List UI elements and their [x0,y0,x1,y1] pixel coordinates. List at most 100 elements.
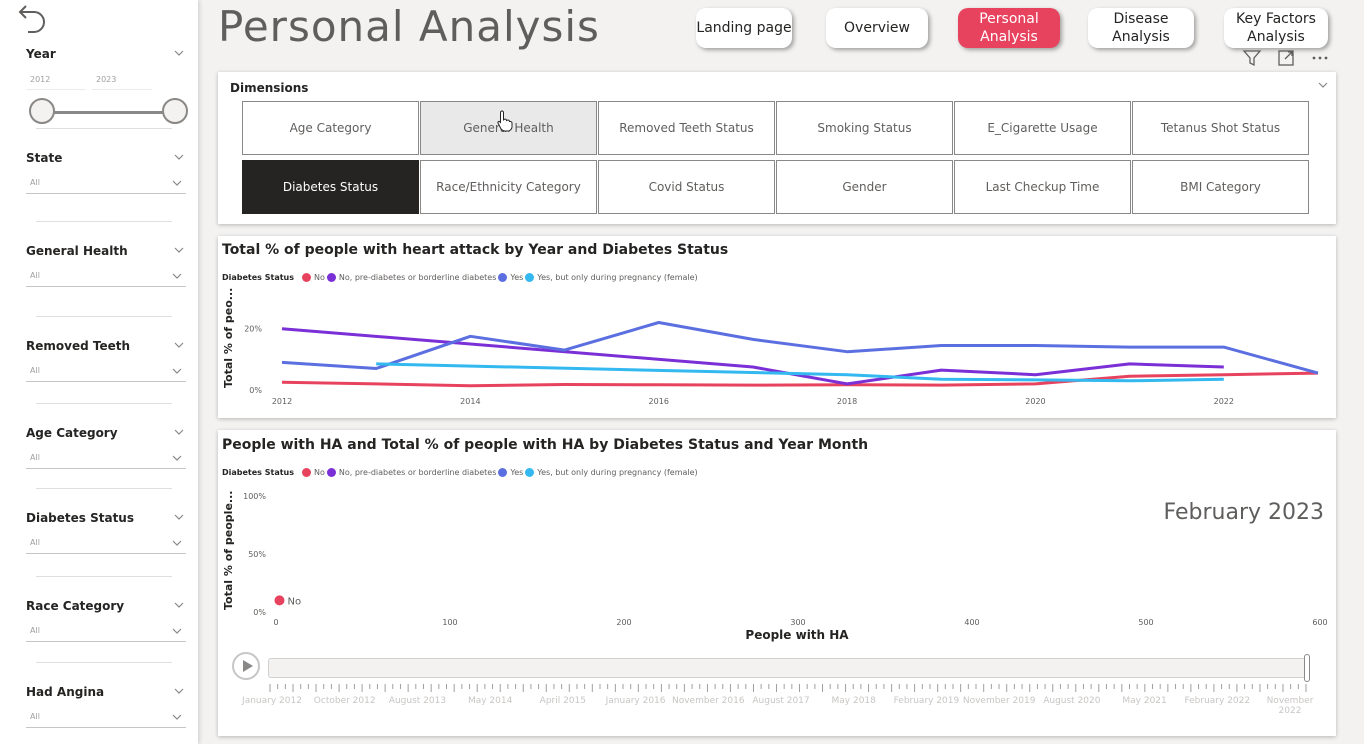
divider [36,221,172,222]
year-to-input[interactable]: 2023 [92,72,152,90]
dimension-tile-last-checkup-time[interactable]: Last Checkup Time [954,160,1131,214]
page-title: Personal Analysis [218,2,600,51]
nav-button-disease-analysis[interactable]: Disease Analysis [1088,8,1194,48]
dimensions-title: Dimensions [230,81,309,95]
x-tick-label: 2022 [1214,397,1234,406]
play-axis-label: October 2012 [313,696,376,706]
filter-dropdown[interactable]: All [26,449,186,469]
chevron-down-icon[interactable] [174,427,184,437]
divider [36,488,172,489]
nav-button-key-factors-analysis[interactable]: Key Factors Analysis [1224,8,1328,48]
filter-title: Race Category [26,599,125,613]
nav-button-landing-page[interactable]: Landing page [696,8,792,48]
filter-dropdown[interactable]: All [26,267,186,287]
chevron-down-icon[interactable] [1318,81,1328,89]
play-axis-label: April 2015 [539,696,587,706]
dimension-tile-race-ethnicity-category[interactable]: Race/Ethnicity Category [420,160,597,214]
x-tick-label: 100 [442,618,457,627]
filter-icon[interactable] [1242,48,1262,68]
filter-dropdown[interactable]: All [26,534,186,554]
dimension-tile-gender[interactable]: Gender [776,160,953,214]
chevron-down-icon [172,273,182,279]
more-options-icon[interactable] [1310,48,1330,68]
play-axis-label: August 2013 [388,696,447,706]
filter-title: State [26,151,63,165]
chevron-down-icon[interactable] [174,600,184,610]
people-with-ha-scatter-chart[interactable]: People with HA and Total % of people wit… [218,430,1336,736]
x-tick-label: 2016 [649,397,669,406]
dimension-tile-removed-teeth-status[interactable]: Removed Teeth Status [598,101,775,155]
filter-dropdown[interactable]: All [26,708,186,728]
nav-button-personal-analysis[interactable]: Personal Analysis [958,8,1060,48]
filter-state: State All [26,150,186,194]
play-axis-label: August 2017 [752,696,810,706]
y-tick-label: 20% [244,325,262,334]
filter-value: All [30,271,40,280]
chevron-down-icon[interactable] [174,48,184,58]
play-axis-ticks [269,684,1307,692]
chevron-down-icon[interactable] [174,245,184,255]
filter-race-category: Race Category All [26,598,186,642]
dimension-tile-smoking-status[interactable]: Smoking Status [776,101,953,155]
filter-general-health: General Health All [26,243,186,287]
year-from-input[interactable]: 2012 [26,72,86,90]
dimension-tile-age-category[interactable]: Age Category [242,101,419,155]
filter-value: All [30,453,40,462]
filter-had-angina: Had Angina All [26,684,186,728]
play-axis-label: November 2022 [1266,696,1314,716]
year-slider-track[interactable] [40,111,176,114]
back-arrow-icon[interactable] [16,2,50,36]
play-axis-label: November 2016 [671,696,745,706]
filter-diabetes-status: Diabetes Status All [26,510,186,554]
divider [36,662,172,663]
year-slider-start-handle[interactable] [29,98,55,124]
dimension-tile-tetanus-shot-status[interactable]: Tetanus Shot Status [1132,101,1309,155]
x-tick-label: 2020 [1025,397,1045,406]
play-axis-label: January 2016 [605,696,666,706]
y-tick-label: 100% [243,492,266,501]
dimensions-slicer: Dimensions Age Category General Health Rem… [218,72,1336,224]
filter-title: Age Category [26,426,118,440]
play-axis-labels: January 2012 October 2012 August 2013 May 2… [218,696,1338,726]
play-axis-label: May 2018 [831,696,876,706]
filter-title: Diabetes Status [26,511,134,525]
chevron-down-icon[interactable] [174,340,184,350]
chevron-down-icon [172,540,182,546]
year-slider-end-handle[interactable] [162,98,188,124]
play-axis-label: February 2022 [1184,696,1251,706]
series-line-no-pre-diabetes-or-borderline-diabetes[interactable] [281,327,1224,386]
hand-cursor-icon [497,110,513,132]
chevron-down-icon[interactable] [174,686,184,696]
play-axis-label: January 2012 [242,696,302,706]
heart-attack-by-year-chart[interactable]: Total % of people with heart attack by Y… [218,236,1336,418]
chevron-down-icon [172,628,182,634]
filter-value: All [30,538,40,547]
focus-mode-icon[interactable] [1276,48,1296,68]
filter-removed-teeth: Removed Teeth All [26,338,186,382]
dimension-tile-diabetes-status[interactable]: Diabetes Status [242,160,419,214]
play-axis-label: May 2014 [467,696,513,706]
play-axis-track[interactable] [268,658,1308,678]
filter-dropdown[interactable]: All [26,174,186,194]
x-tick-label: 0 [273,618,278,627]
x-tick-label: 2012 [272,397,292,406]
point-label: No [287,596,301,607]
filter-value: All [30,178,40,187]
filter-value: All [30,712,40,721]
filter-dropdown[interactable]: All [26,622,186,642]
filter-title: General Health [26,244,128,258]
scatter-point[interactable] [274,595,285,606]
chevron-down-icon[interactable] [174,512,184,522]
scatter-plot: 0% 50% 100% 0 100 200 300 400 500 600 No [243,492,1328,627]
filter-sidebar: Year 2012 2023 State All General Health All… [0,0,198,744]
filter-dropdown[interactable]: All [26,362,186,382]
play-axis-handle[interactable] [1304,654,1310,682]
report-page: Year 2012 2023 State All General Health All… [0,0,1364,744]
play-button[interactable] [232,652,260,680]
dimension-tile-covid-status[interactable]: Covid Status [598,160,775,214]
dimension-tile-bmi-category[interactable]: BMI Category [1132,160,1309,214]
dimension-tile-e-cigarette-usage[interactable]: E_Cigarette Usage [954,101,1131,155]
chevron-down-icon[interactable] [174,152,184,162]
play-axis-label: May 2021 [1122,696,1167,706]
nav-button-overview[interactable]: Overview [826,8,928,48]
